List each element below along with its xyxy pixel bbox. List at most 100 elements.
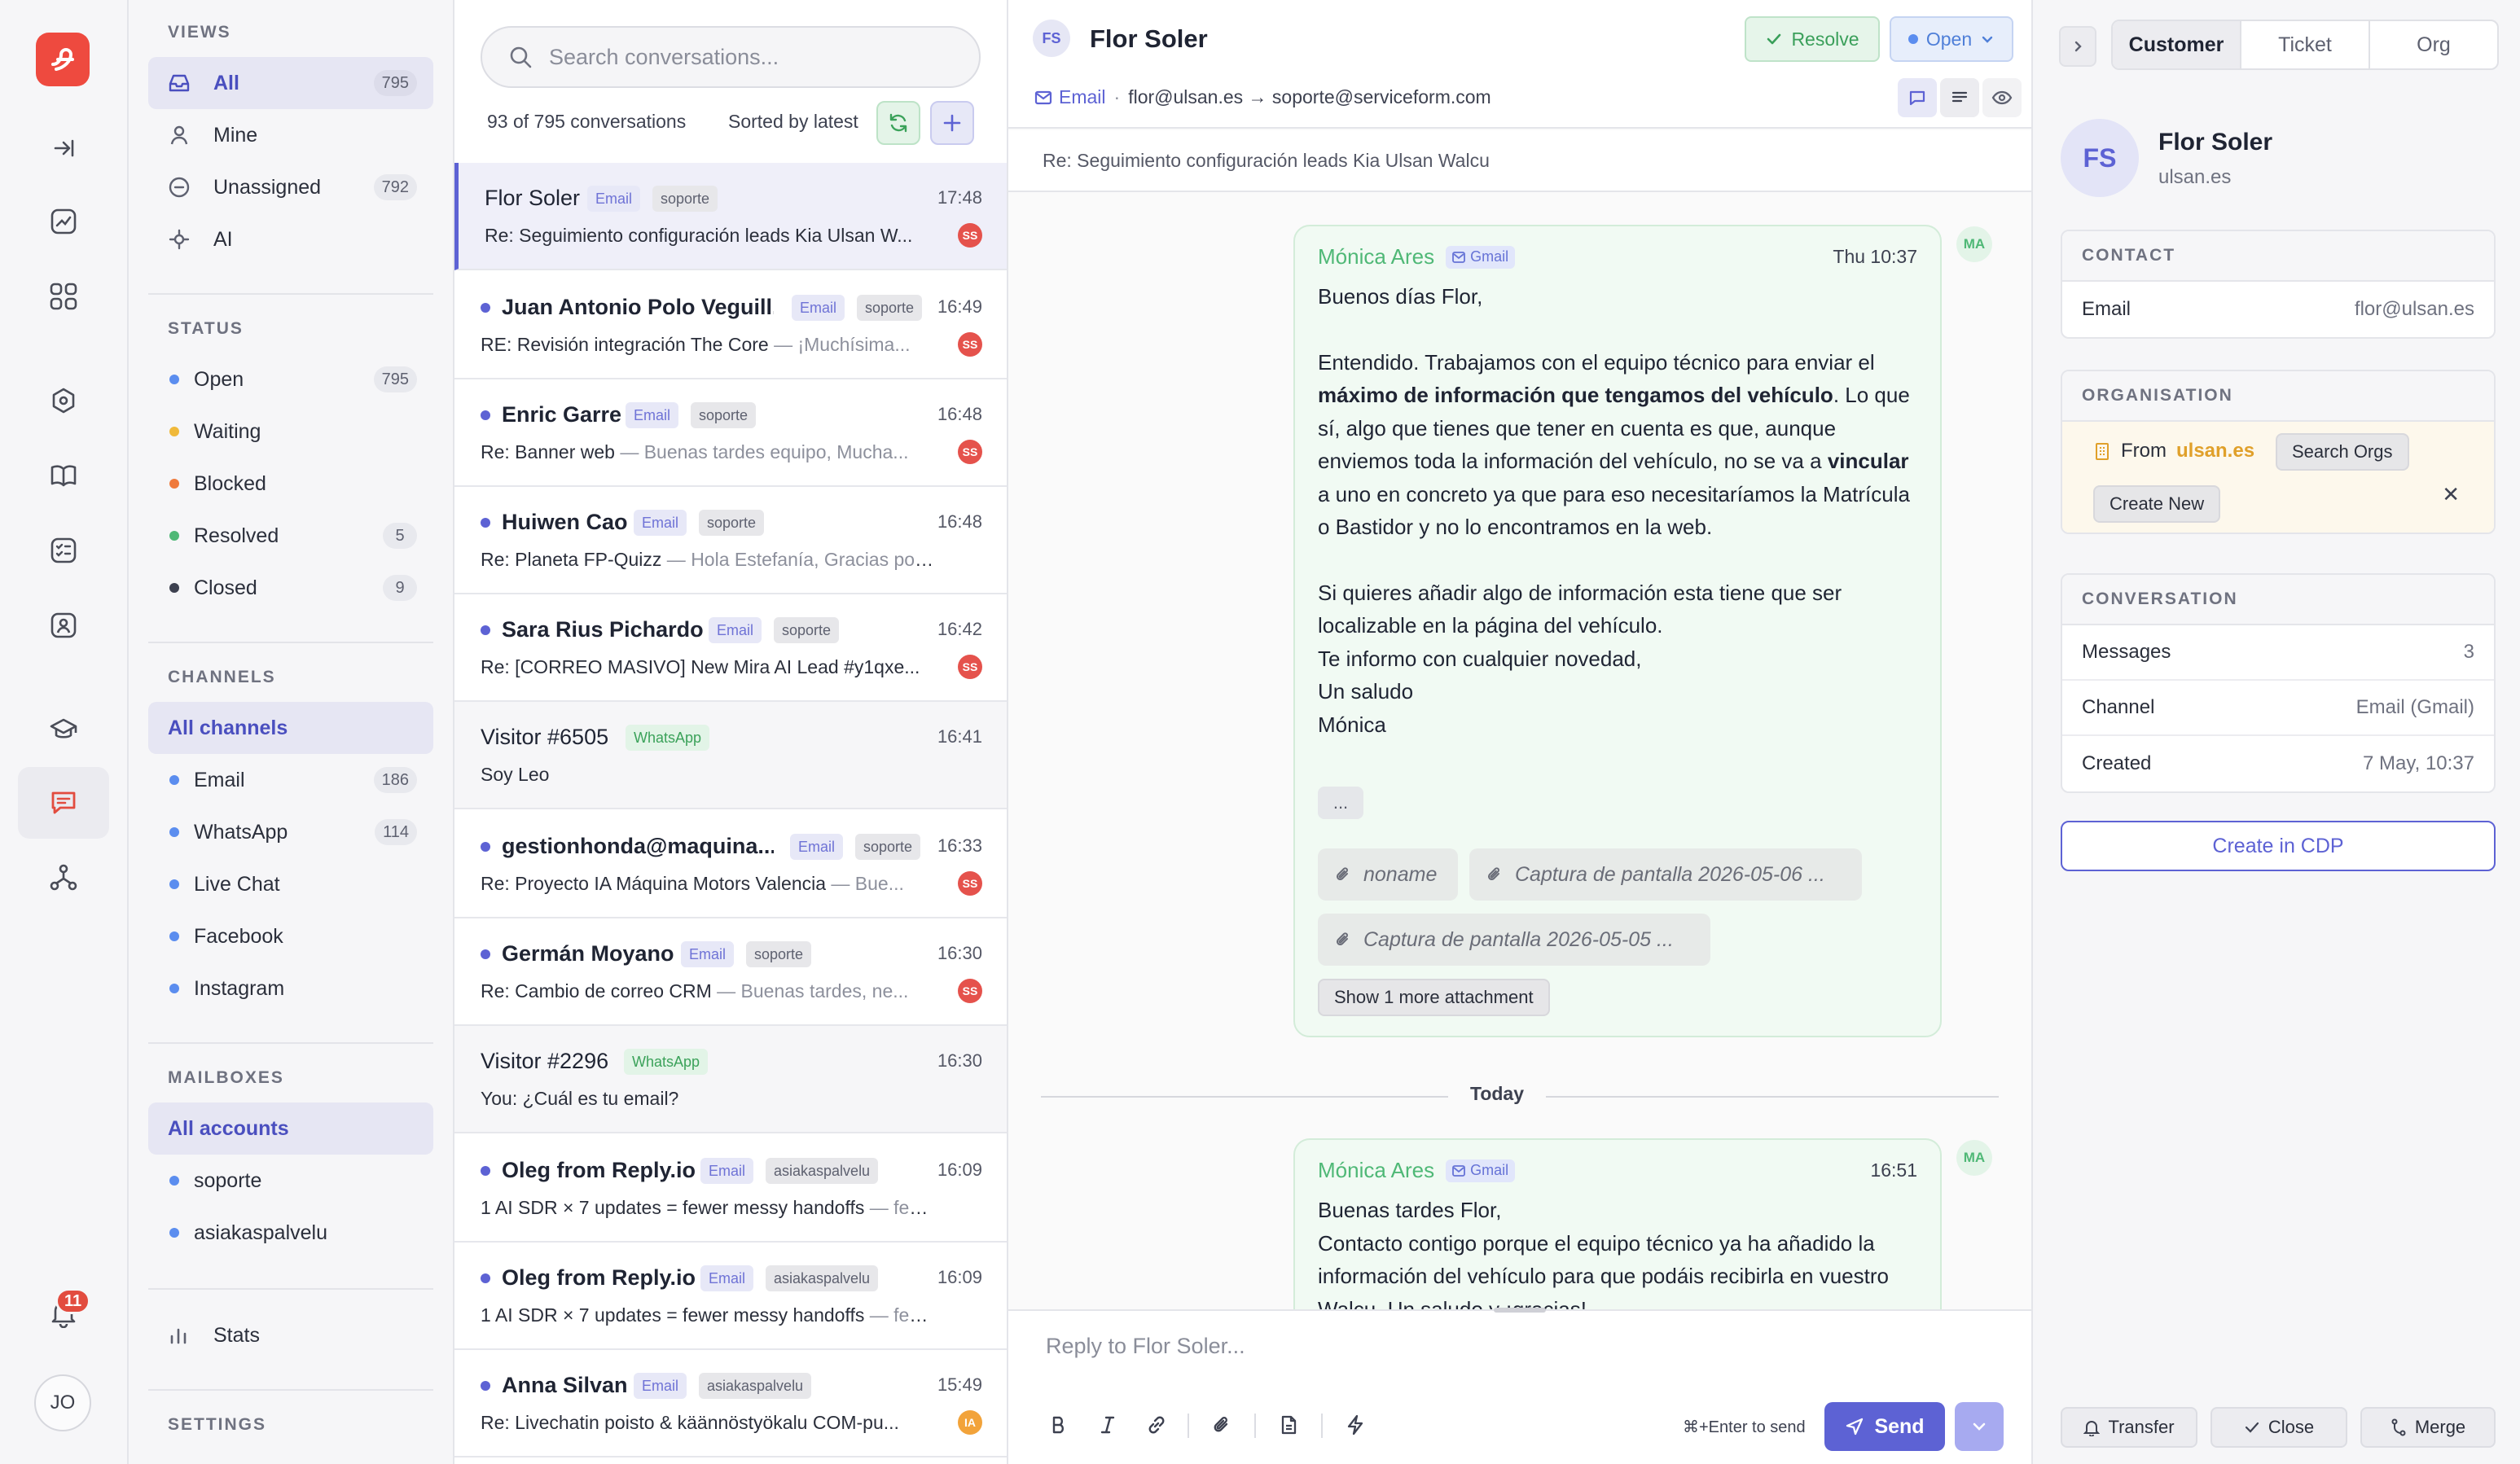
stats-link[interactable]: Stats (148, 1309, 433, 1361)
status-resolved[interactable]: Resolved 5 (148, 510, 433, 562)
search-orgs-button[interactable]: Search Orgs (2276, 433, 2409, 471)
mailbox-soporte[interactable]: soporte (148, 1155, 433, 1207)
unread-dot (481, 517, 490, 528)
nav-settings[interactable] (18, 365, 109, 436)
channel-instagram[interactable]: Instagram (148, 962, 433, 1015)
conversation-row[interactable]: Enric Garre Email soporte 16:48 Re: Bann… (454, 379, 1007, 487)
status-open[interactable]: Open 795 (148, 353, 433, 405)
conversation-row[interactable]: Huiwen Cao Email soporte 16:48 Re: Plane… (454, 487, 1007, 594)
mailbox-tag: asiakaspalvelu (766, 1265, 879, 1291)
thread-subject: Re: Seguimiento configuración leads Kia … (1008, 130, 2031, 192)
search-input[interactable] (549, 44, 940, 70)
channel-email[interactable]: Email 186 (148, 754, 433, 806)
toolbar-separator (1188, 1414, 1189, 1438)
send-button[interactable]: Send (1824, 1402, 1945, 1451)
channel-dot (169, 984, 179, 993)
chevron-right-icon (2074, 41, 2082, 52)
conversation-card: CONVERSATION Messages 3 Channel Email (G… (2061, 573, 2496, 793)
stats-label: Stats (213, 1323, 260, 1347)
resolve-button[interactable]: Resolve (1745, 16, 1880, 62)
reply-input[interactable] (1046, 1334, 1942, 1359)
refresh-button[interactable] (876, 101, 920, 145)
channel-label: Facebook (194, 924, 283, 948)
view-all[interactable]: All 795 (148, 57, 433, 109)
field-value: Email (Gmail) (2355, 696, 2474, 718)
conversation-row[interactable]: Anna Silvan Email asiakaspalvelu 15:49 R… (454, 1350, 1007, 1457)
nav-inbox[interactable] (18, 767, 109, 839)
channel-tag: Email (700, 1158, 754, 1184)
status-blocked[interactable]: Blocked (148, 458, 433, 510)
sort-dropdown[interactable]: Sorted by latest (728, 111, 858, 133)
status-closed[interactable]: Closed 9 (148, 562, 433, 614)
graduation-cap-icon (50, 718, 77, 739)
create-in-cdp-button[interactable]: Create in CDP (2061, 821, 2496, 871)
conversation-row[interactable]: Juan Antonio Polo Veguill... Email sopor… (454, 272, 1007, 379)
view-unassigned[interactable]: Unassigned 792 (148, 161, 433, 213)
field-value[interactable]: flor@ulsan.es (2355, 298, 2474, 321)
mailbox-all[interactable]: All accounts (148, 1102, 433, 1155)
attachment-chip[interactable]: Captura de pantalla 2026-05-05 ... (1318, 914, 1710, 966)
subject-preview: Re: Livechatin poisto & käännöstyökalu C… (481, 1412, 899, 1433)
mailbox-asiakaspalvelu[interactable]: asiakaspalvelu (148, 1207, 433, 1259)
chevron-down-icon (1982, 36, 1993, 43)
status-dropdown[interactable]: Open (1890, 16, 2013, 62)
view-text-button[interactable] (1940, 78, 1979, 117)
status-dot (169, 479, 179, 489)
dismiss-icon[interactable]: ✕ (2442, 482, 2460, 507)
send-options-button[interactable] (1955, 1402, 2004, 1451)
nav-analytics[interactable] (18, 186, 109, 257)
attachment-chip[interactable]: noname (1318, 848, 1458, 901)
resize-handle[interactable] (1494, 1308, 1546, 1313)
conversation-row[interactable]: gestionhonda@maquina... Email soporte 16… (454, 811, 1007, 918)
attach-button[interactable] (1205, 1409, 1238, 1441)
collapse-sidebar-button[interactable] (18, 112, 109, 184)
channel-whatsapp[interactable]: WhatsApp 114 (148, 806, 433, 858)
conversation-row[interactable]: Oleg from Reply.io Email asiakaspalvelu … (454, 1243, 1007, 1350)
nav-workflows[interactable] (18, 842, 109, 914)
conversation-row: Channel Email (Gmail) (2062, 681, 2494, 736)
view-ai[interactable]: AI (148, 213, 433, 265)
view-chat-button[interactable] (1898, 78, 1937, 117)
channel-all[interactable]: All channels (148, 702, 433, 754)
tab-ticket[interactable]: Ticket (2241, 21, 2370, 68)
italic-button[interactable] (1091, 1409, 1124, 1441)
show-more-attachments-button[interactable]: Show 1 more attachment (1318, 979, 1550, 1016)
tab-customer[interactable]: Customer (2113, 21, 2241, 68)
conversation-row[interactable]: Oleg from Reply.io Email asiakaspalvelu … (454, 1135, 1007, 1243)
nav-contacts[interactable] (18, 590, 109, 661)
channel-livechat[interactable]: Live Chat (148, 858, 433, 910)
view-mine[interactable]: Mine (148, 109, 433, 161)
conversation-row[interactable]: Germán Moyano Email soporte 16:30 Re: Ca… (454, 918, 1007, 1026)
message-body: Buenos días Flor, Entendido. Trabajamos … (1318, 284, 1910, 737)
conversation-row[interactable]: Visitor #2296 WhatsApp 16:30 You: ¿Cuál … (454, 1026, 1007, 1133)
merge-button[interactable]: Merge (2360, 1407, 2496, 1448)
bold-button[interactable] (1043, 1409, 1075, 1441)
transfer-button[interactable]: Transfer (2061, 1407, 2197, 1448)
channel-facebook[interactable]: Facebook (148, 910, 433, 962)
link-button[interactable] (1140, 1409, 1173, 1441)
nav-tasks[interactable] (18, 515, 109, 586)
conversation-row[interactable]: Sara Rius Pichardo Email soporte 16:42 R… (454, 594, 1007, 702)
user-avatar[interactable]: JO (34, 1374, 91, 1431)
expand-quoted-button[interactable]: ... (1318, 787, 1363, 819)
nav-knowledge[interactable] (18, 440, 109, 511)
attachment-chip[interactable]: Captura de pantalla 2026-05-06 ... (1469, 848, 1862, 901)
quick-action-button[interactable] (1339, 1409, 1372, 1441)
view-preview-button[interactable] (1982, 78, 2022, 117)
nav-apps[interactable] (18, 261, 109, 332)
close-button[interactable]: Close (2210, 1407, 2347, 1448)
create-org-button[interactable]: Create New (2093, 485, 2221, 523)
toolbar-separator (1254, 1414, 1256, 1438)
status-waiting[interactable]: Waiting (148, 405, 433, 458)
template-button[interactable] (1272, 1409, 1305, 1441)
conversation-row[interactable]: Visitor #6505 WhatsApp 16:41 Soy Leo (454, 702, 1007, 809)
app-logo[interactable] (36, 33, 90, 86)
refresh-icon (889, 113, 907, 133)
new-conversation-button[interactable] (930, 101, 974, 145)
tab-org[interactable]: Org (2370, 21, 2497, 68)
collapse-panel-button[interactable] (2059, 26, 2096, 67)
conversation-row[interactable]: Flor Soler Email soporte 17:48 Re: Segui… (454, 163, 1007, 270)
reply-composer: ⌘+Enter to send Send (1008, 1308, 2031, 1464)
send-label: Send (1874, 1414, 1925, 1438)
nav-academy[interactable] (18, 694, 109, 765)
